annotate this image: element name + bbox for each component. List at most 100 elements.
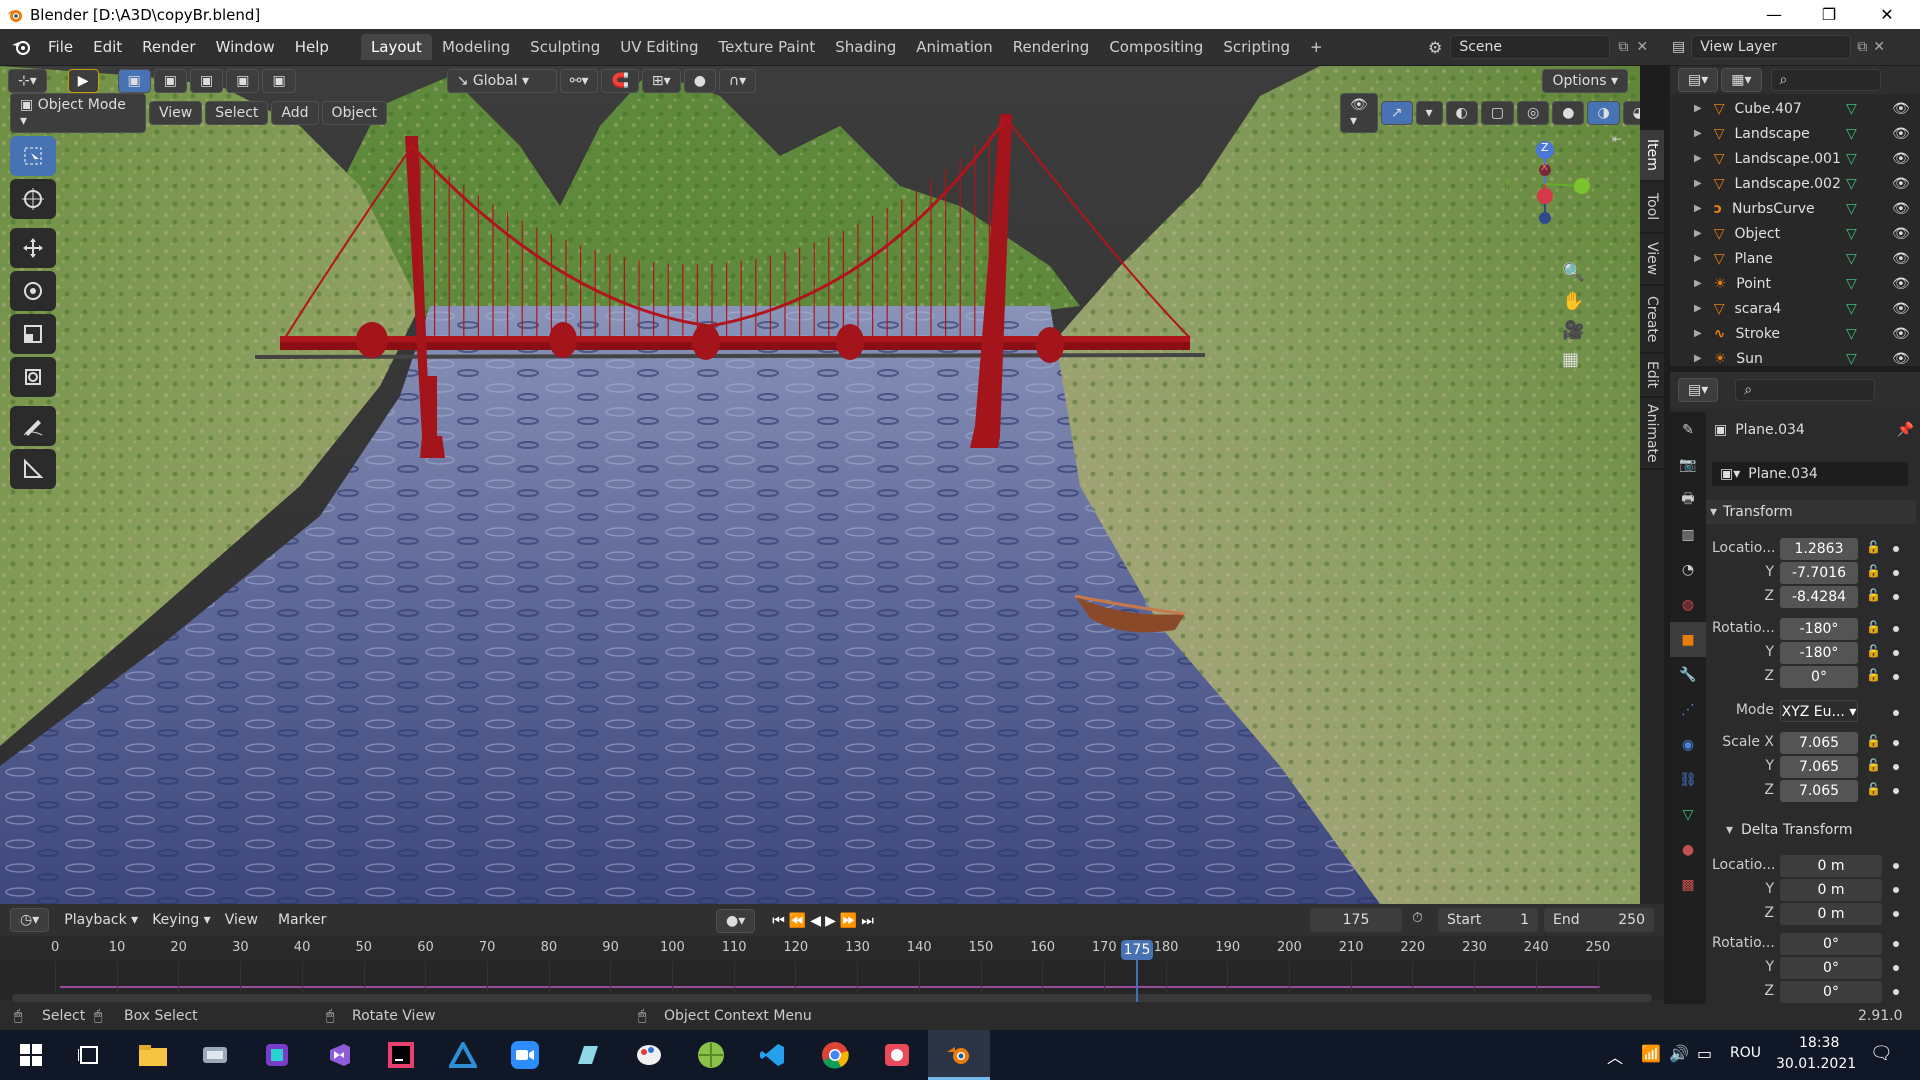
- menu-playback[interactable]: Playback ▾: [64, 912, 138, 928]
- menu-keying[interactable]: Keying ▾: [152, 912, 211, 928]
- timeline-editor-type-icon[interactable]: ◷▾: [10, 908, 50, 932]
- play-icon[interactable]: ▶: [825, 913, 836, 929]
- notifications-icon[interactable]: 🗨: [1870, 1043, 1893, 1064]
- object-datablock-field[interactable]: ▣▾ Plane.034: [1712, 462, 1908, 486]
- sidebar-toggle-icon[interactable]: ⇤: [1612, 132, 1622, 146]
- sidebar-tab-tool[interactable]: Tool: [1640, 182, 1664, 232]
- world-properties-icon[interactable]: ◍: [1670, 587, 1706, 622]
- delta-location-z-field[interactable]: 0 m: [1780, 903, 1882, 925]
- outliner-item[interactable]: ▶ ☀ Sun ▽ 👁: [1670, 346, 1920, 371]
- clock-time[interactable]: 18:38: [1799, 1035, 1839, 1051]
- expand-arrow-icon[interactable]: ▶: [1694, 228, 1702, 239]
- sidebar-tab-view[interactable]: View: [1640, 234, 1664, 284]
- expand-arrow-icon[interactable]: ▶: [1694, 253, 1702, 264]
- lock-icon[interactable]: 🔓: [1866, 620, 1881, 634]
- object-properties-icon[interactable]: ■: [1670, 622, 1706, 657]
- lock-icon[interactable]: 🔓: [1866, 734, 1881, 748]
- keyframe-dot-icon[interactable]: [1893, 863, 1899, 869]
- keyframe-dot-icon[interactable]: [1893, 911, 1899, 917]
- keyframe-dot-icon[interactable]: [1893, 740, 1899, 746]
- properties-editor-type-icon[interactable]: ▤▾: [1678, 378, 1719, 402]
- volume-icon[interactable]: 🔊: [1669, 1044, 1689, 1063]
- menu-render[interactable]: Render: [132, 38, 205, 56]
- visibility-eye-icon[interactable]: 👁: [1892, 101, 1910, 117]
- location-z-field[interactable]: -8.4284: [1780, 586, 1858, 608]
- menu-help[interactable]: Help: [285, 38, 339, 56]
- camera-view-icon[interactable]: 🎥: [1562, 320, 1584, 341]
- preview-range-icon[interactable]: ⏱: [1412, 910, 1423, 926]
- location-y-field[interactable]: -7.7016: [1780, 562, 1858, 584]
- restore-button[interactable]: ❐: [1800, 0, 1858, 29]
- select-invert-icon[interactable]: ▣: [226, 69, 260, 93]
- file-explorer-icon[interactable]: [122, 1030, 184, 1080]
- keyframe-dot-icon[interactable]: [1893, 674, 1899, 680]
- visibility-eye-icon[interactable]: 👁: [1892, 126, 1910, 142]
- cursor-tool-icon[interactable]: [10, 179, 56, 219]
- show-hidden-icons-icon[interactable]: ︿: [1607, 1044, 1623, 1068]
- timeline-scrollbar[interactable]: [12, 994, 1652, 1002]
- expand-arrow-icon[interactable]: ▶: [1694, 153, 1702, 164]
- chrome-icon[interactable]: [804, 1030, 866, 1080]
- tab-shading[interactable]: Shading: [825, 34, 906, 60]
- end-frame-field[interactable]: End 250: [1544, 908, 1654, 932]
- texture-properties-icon[interactable]: ▩: [1670, 867, 1706, 902]
- scene-selector[interactable]: Scene: [1450, 35, 1611, 59]
- gizmo-dropdown-icon[interactable]: ▾: [1415, 101, 1443, 125]
- menu-edit[interactable]: Edit: [83, 38, 132, 56]
- visibility-eye-icon[interactable]: 👁: [1892, 226, 1910, 242]
- 3d-viewport[interactable]: ⊹▾ ▶ ▣ ▣ ▣ ▣ ▣ ↘ Global ▾ ⚯▾ 🧲 ⊞▾ ● ∩▾ O…: [0, 66, 1640, 904]
- rotate-tool-icon[interactable]: [10, 271, 56, 311]
- delta-rotation-x-field[interactable]: 0°: [1780, 933, 1882, 955]
- menu-marker[interactable]: Marker: [278, 912, 326, 928]
- remove-view-layer-icon[interactable]: ✕: [1873, 39, 1885, 55]
- expand-arrow-icon[interactable]: ▶: [1694, 203, 1702, 214]
- visibility-eye-icon[interactable]: 👁: [1892, 326, 1910, 342]
- visibility-icon[interactable]: 👁▾: [1340, 93, 1378, 133]
- current-frame-field[interactable]: 175: [1310, 908, 1402, 932]
- jump-end-icon[interactable]: ⏭: [861, 913, 874, 929]
- object-browse-icon[interactable]: ▣▾: [1720, 466, 1740, 482]
- visibility-eye-icon[interactable]: 👁: [1892, 251, 1910, 267]
- select-tool-mode-button[interactable]: ▶: [67, 69, 99, 93]
- scale-z-field[interactable]: 7.065: [1780, 780, 1858, 802]
- rendered-shading-icon[interactable]: ◕: [1622, 101, 1640, 125]
- paint-icon[interactable]: [618, 1030, 680, 1080]
- lock-icon[interactable]: 🔓: [1866, 668, 1881, 682]
- physics-properties-icon[interactable]: ◉: [1670, 727, 1706, 762]
- jump-keyframe-forward-icon[interactable]: ⏩: [840, 913, 857, 929]
- rotation-y-field[interactable]: -180°: [1780, 642, 1858, 664]
- rotation-x-field[interactable]: -180°: [1780, 618, 1858, 640]
- transform-panel-header[interactable]: ▾ Transform: [1706, 500, 1916, 524]
- app-icon[interactable]: [432, 1030, 494, 1080]
- gizmo-icon[interactable]: ↗: [1380, 101, 1413, 125]
- vscode-icon[interactable]: [742, 1030, 804, 1080]
- expand-arrow-icon[interactable]: ▶: [1694, 178, 1702, 189]
- visibility-eye-icon[interactable]: 👁: [1892, 301, 1910, 317]
- select-box-tool-icon[interactable]: [10, 136, 56, 176]
- snap-target-icon[interactable]: ⊞▾: [641, 69, 681, 93]
- delta-rotation-y-field[interactable]: 0°: [1780, 957, 1882, 979]
- transform-tool-icon[interactable]: [10, 357, 56, 397]
- scene-properties-icon[interactable]: ◔: [1670, 552, 1706, 587]
- sidebar-tab-item[interactable]: Item: [1640, 130, 1664, 180]
- tab-rendering[interactable]: Rendering: [1003, 34, 1100, 60]
- new-view-layer-icon[interactable]: ⧉: [1857, 39, 1867, 55]
- keyframe-dot-icon[interactable]: [1893, 546, 1899, 552]
- app-icon[interactable]: [556, 1030, 618, 1080]
- battery-icon[interactable]: ▭: [1697, 1044, 1712, 1063]
- scale-x-field[interactable]: 7.065: [1780, 732, 1858, 754]
- menu-select[interactable]: Select: [205, 101, 269, 125]
- wifi-icon[interactable]: 📶: [1641, 1044, 1661, 1063]
- app-icon[interactable]: [246, 1030, 308, 1080]
- render-properties-icon[interactable]: 📷: [1670, 447, 1706, 482]
- zoom-icon[interactable]: [494, 1030, 556, 1080]
- input-language[interactable]: ROU: [1730, 1045, 1761, 1061]
- jump-start-icon[interactable]: ⏮: [772, 913, 785, 929]
- keyframe-dot-icon[interactable]: [1893, 764, 1899, 770]
- object-mode-dropdown[interactable]: ▣ Object Mode ▾: [10, 93, 146, 133]
- delta-location-x-field[interactable]: 0 m: [1780, 855, 1882, 877]
- visibility-eye-icon[interactable]: 👁: [1892, 351, 1910, 367]
- snap-icon[interactable]: 🧲: [601, 69, 639, 93]
- properties-search-input[interactable]: ⌕: [1735, 379, 1876, 401]
- lock-icon[interactable]: 🔓: [1866, 758, 1881, 772]
